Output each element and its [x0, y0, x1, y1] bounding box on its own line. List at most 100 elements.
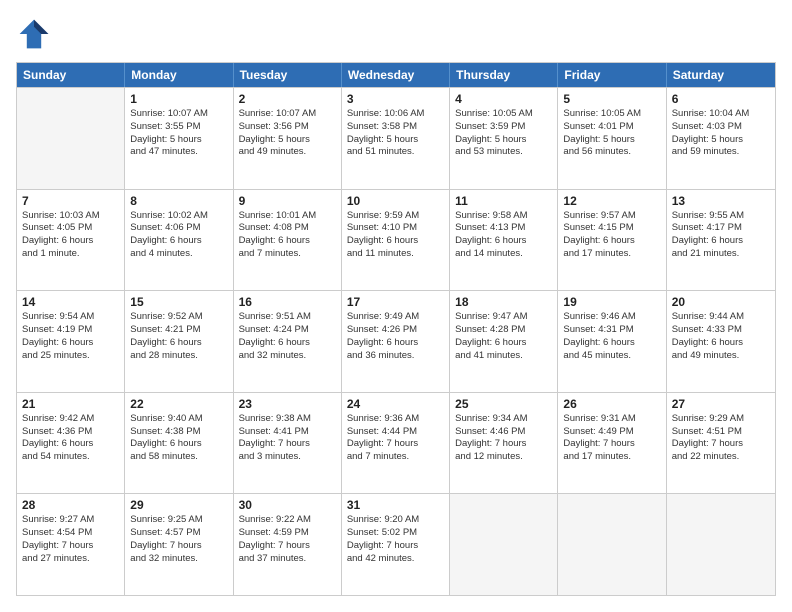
day-number: 31: [347, 498, 444, 512]
calendar-cell: 21Sunrise: 9:42 AMSunset: 4:36 PMDayligh…: [17, 393, 125, 494]
cell-line: Sunset: 4:15 PM: [563, 222, 660, 235]
cell-line: Sunrise: 9:42 AM: [22, 413, 119, 426]
cell-line: Daylight: 7 hours: [22, 540, 119, 553]
calendar-cell: 2Sunrise: 10:07 AMSunset: 3:56 PMDayligh…: [234, 88, 342, 189]
cell-line: and 36 minutes.: [347, 350, 444, 363]
cell-line: Sunset: 4:57 PM: [130, 527, 227, 540]
day-number: 2: [239, 92, 336, 106]
cell-line: Sunset: 4:28 PM: [455, 324, 552, 337]
cell-line: Daylight: 6 hours: [22, 337, 119, 350]
cell-line: Sunrise: 9:27 AM: [22, 514, 119, 527]
cell-line: Sunrise: 10:05 AM: [455, 108, 552, 121]
calendar-cell: 7Sunrise: 10:03 AMSunset: 4:05 PMDayligh…: [17, 190, 125, 291]
cell-line: Daylight: 5 hours: [239, 134, 336, 147]
cell-line: Sunset: 4:05 PM: [22, 222, 119, 235]
cell-line: Daylight: 5 hours: [672, 134, 770, 147]
header-cell-sunday: Sunday: [17, 63, 125, 87]
calendar-header-row: SundayMondayTuesdayWednesdayThursdayFrid…: [17, 63, 775, 87]
cell-line: Sunrise: 9:57 AM: [563, 210, 660, 223]
day-number: 25: [455, 397, 552, 411]
cell-line: Daylight: 6 hours: [455, 235, 552, 248]
day-number: 7: [22, 194, 119, 208]
calendar-cell: 16Sunrise: 9:51 AMSunset: 4:24 PMDayligh…: [234, 291, 342, 392]
cell-line: and 25 minutes.: [22, 350, 119, 363]
calendar-cell: 18Sunrise: 9:47 AMSunset: 4:28 PMDayligh…: [450, 291, 558, 392]
day-number: 1: [130, 92, 227, 106]
day-number: 30: [239, 498, 336, 512]
day-number: 26: [563, 397, 660, 411]
header-cell-monday: Monday: [125, 63, 233, 87]
cell-line: Sunset: 4:24 PM: [239, 324, 336, 337]
cell-line: Sunset: 4:13 PM: [455, 222, 552, 235]
cell-line: Daylight: 6 hours: [672, 337, 770, 350]
cell-line: Daylight: 7 hours: [347, 438, 444, 451]
day-number: 5: [563, 92, 660, 106]
cell-line: and 22 minutes.: [672, 451, 770, 464]
calendar-row-1: 1Sunrise: 10:07 AMSunset: 3:55 PMDayligh…: [17, 87, 775, 189]
calendar-row-5: 28Sunrise: 9:27 AMSunset: 4:54 PMDayligh…: [17, 493, 775, 595]
calendar-cell: [667, 494, 775, 595]
cell-line: Daylight: 7 hours: [455, 438, 552, 451]
cell-line: and 17 minutes.: [563, 248, 660, 261]
cell-line: Sunrise: 9:20 AM: [347, 514, 444, 527]
cell-line: and 53 minutes.: [455, 146, 552, 159]
cell-line: Daylight: 5 hours: [455, 134, 552, 147]
cell-line: and 49 minutes.: [672, 350, 770, 363]
cell-line: Daylight: 6 hours: [130, 337, 227, 350]
day-number: 9: [239, 194, 336, 208]
day-number: 4: [455, 92, 552, 106]
calendar-cell: [17, 88, 125, 189]
calendar-cell: 8Sunrise: 10:02 AMSunset: 4:06 PMDayligh…: [125, 190, 233, 291]
header-cell-wednesday: Wednesday: [342, 63, 450, 87]
cell-line: and 51 minutes.: [347, 146, 444, 159]
calendar-cell: [450, 494, 558, 595]
cell-line: Daylight: 6 hours: [455, 337, 552, 350]
day-number: 17: [347, 295, 444, 309]
cell-line: and 4 minutes.: [130, 248, 227, 261]
cell-line: and 58 minutes.: [130, 451, 227, 464]
cell-line: Sunset: 4:46 PM: [455, 426, 552, 439]
cell-line: Sunset: 4:51 PM: [672, 426, 770, 439]
calendar-cell: 30Sunrise: 9:22 AMSunset: 4:59 PMDayligh…: [234, 494, 342, 595]
cell-line: Sunset: 5:02 PM: [347, 527, 444, 540]
day-number: 23: [239, 397, 336, 411]
cell-line: Sunrise: 9:58 AM: [455, 210, 552, 223]
logo-icon: [16, 16, 52, 52]
cell-line: Sunrise: 9:38 AM: [239, 413, 336, 426]
cell-line: Sunrise: 9:22 AM: [239, 514, 336, 527]
cell-line: and 54 minutes.: [22, 451, 119, 464]
calendar-cell: 22Sunrise: 9:40 AMSunset: 4:38 PMDayligh…: [125, 393, 233, 494]
cell-line: Sunset: 3:59 PM: [455, 121, 552, 134]
calendar-row-2: 7Sunrise: 10:03 AMSunset: 4:05 PMDayligh…: [17, 189, 775, 291]
cell-line: Daylight: 6 hours: [130, 235, 227, 248]
day-number: 28: [22, 498, 119, 512]
calendar-cell: 5Sunrise: 10:05 AMSunset: 4:01 PMDayligh…: [558, 88, 666, 189]
header-cell-saturday: Saturday: [667, 63, 775, 87]
cell-line: Sunset: 4:54 PM: [22, 527, 119, 540]
cell-line: Daylight: 6 hours: [22, 235, 119, 248]
cell-line: Daylight: 6 hours: [239, 235, 336, 248]
cell-line: Daylight: 7 hours: [563, 438, 660, 451]
day-number: 3: [347, 92, 444, 106]
calendar-cell: 15Sunrise: 9:52 AMSunset: 4:21 PMDayligh…: [125, 291, 233, 392]
day-number: 8: [130, 194, 227, 208]
cell-line: Sunset: 4:36 PM: [22, 426, 119, 439]
cell-line: Daylight: 7 hours: [672, 438, 770, 451]
cell-line: Daylight: 7 hours: [347, 540, 444, 553]
cell-line: Sunset: 4:10 PM: [347, 222, 444, 235]
day-number: 21: [22, 397, 119, 411]
cell-line: Sunrise: 9:44 AM: [672, 311, 770, 324]
cell-line: Daylight: 6 hours: [563, 235, 660, 248]
calendar-cell: 31 Sunrise: 9:20 AMSunset: 5:02 PMDayligh…: [342, 494, 450, 595]
cell-line: Daylight: 5 hours: [563, 134, 660, 147]
cell-line: Sunrise: 9:36 AM: [347, 413, 444, 426]
cell-line: and 42 minutes.: [347, 553, 444, 566]
header-cell-thursday: Thursday: [450, 63, 558, 87]
calendar-cell: 25Sunrise: 9:34 AMSunset: 4:46 PMDayligh…: [450, 393, 558, 494]
cell-line: Sunrise: 9:49 AM: [347, 311, 444, 324]
cell-line: and 12 minutes.: [455, 451, 552, 464]
calendar-cell: 9Sunrise: 10:01 AMSunset: 4:08 PMDayligh…: [234, 190, 342, 291]
cell-line: Sunrise: 9:40 AM: [130, 413, 227, 426]
cell-line: Sunset: 4:31 PM: [563, 324, 660, 337]
calendar-cell: 27Sunrise: 9:29 AMSunset: 4:51 PMDayligh…: [667, 393, 775, 494]
